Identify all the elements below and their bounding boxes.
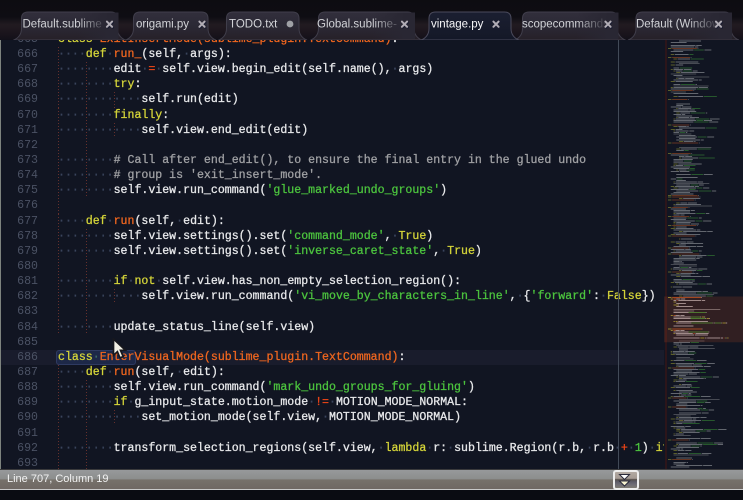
svg-text:vintage.py: vintage.py [431,19,484,31]
svg-text:TODO.txt: TODO.txt [229,19,278,31]
svg-text:origami.py: origami.py [136,19,189,31]
